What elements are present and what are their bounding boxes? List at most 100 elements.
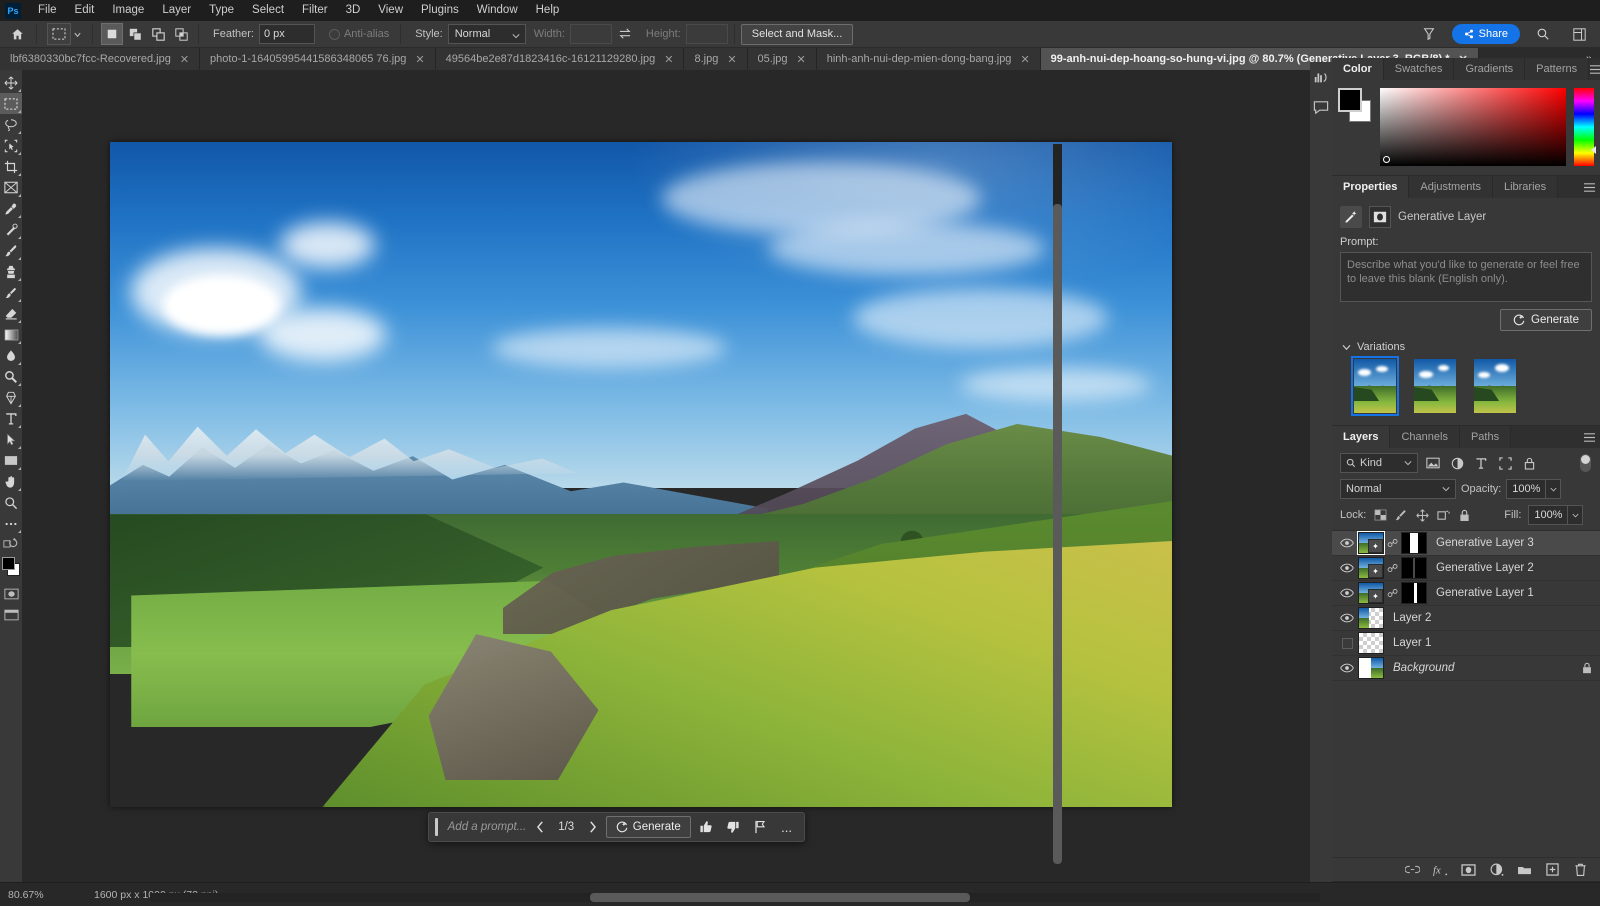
layer-visibility-toggle[interactable]	[1336, 581, 1358, 605]
intersect-selection-button[interactable]	[170, 23, 192, 45]
layer-style-fx-icon[interactable]: fx	[1433, 862, 1448, 878]
layer-name[interactable]: Layer 1	[1393, 637, 1431, 649]
image-canvas[interactable]	[110, 142, 1172, 807]
thumbs-up-icon[interactable]	[695, 816, 718, 838]
swap-dimensions-icon[interactable]	[612, 22, 638, 46]
select-and-mask-button[interactable]: Select and Mask...	[740, 23, 854, 45]
tool-preset-picker[interactable]	[43, 23, 86, 45]
tab-patterns[interactable]: Patterns	[1525, 58, 1590, 80]
close-icon[interactable]: ✕	[415, 53, 424, 66]
style-select[interactable]: Normal	[447, 24, 526, 44]
tab-color[interactable]: Color	[1332, 58, 1384, 80]
add-to-selection-button[interactable]	[124, 23, 146, 45]
close-icon[interactable]: ✕	[180, 53, 189, 66]
tab-paths[interactable]: Paths	[1459, 426, 1512, 448]
generative-fill-toolbar[interactable]: Add a prompt... 1/3 Generate ...	[428, 812, 805, 842]
generate-button[interactable]: Generate	[1500, 309, 1592, 331]
scrollbar-thumb[interactable]	[590, 893, 970, 902]
more-options-icon[interactable]: ...	[775, 816, 798, 838]
opacity-value[interactable]: 100%	[1506, 479, 1547, 499]
layer-visibility-toggle[interactable]	[1336, 531, 1358, 555]
lock-position-icon[interactable]	[1415, 507, 1429, 523]
eyedropper-tool[interactable]	[0, 198, 22, 219]
hue-slider[interactable]	[1574, 88, 1596, 166]
document-window[interactable]	[110, 142, 1172, 807]
layer-name[interactable]: Generative Layer 1	[1436, 587, 1534, 599]
panel-menu-icon[interactable]	[1578, 176, 1600, 198]
pen-tool[interactable]	[0, 387, 22, 408]
layer-thumbnail[interactable]	[1358, 657, 1384, 679]
clone-stamp-tool[interactable]	[0, 261, 22, 282]
spot-healing-brush-tool[interactable]	[0, 219, 22, 240]
panel-menu-icon[interactable]	[1578, 426, 1600, 448]
foreground-color-swatch[interactable]	[2, 557, 15, 570]
menu-view[interactable]: View	[369, 0, 412, 21]
opacity-control[interactable]: 100%	[1506, 479, 1562, 499]
close-icon[interactable]: ✕	[1020, 53, 1029, 66]
layer-row-layer-2[interactable]: Layer 2	[1332, 606, 1600, 631]
eraser-tool[interactable]	[0, 303, 22, 324]
tab-swatches[interactable]: Swatches	[1383, 58, 1455, 80]
layer-visibility-toggle[interactable]	[1336, 556, 1358, 580]
workspace-icon[interactable]	[1416, 22, 1442, 46]
tab-adjustments[interactable]: Adjustments	[1409, 176, 1493, 198]
edit-toolbar-button[interactable]	[0, 513, 22, 534]
layer-name[interactable]: Generative Layer 3	[1436, 537, 1534, 549]
drag-handle[interactable]	[435, 818, 438, 836]
document-tab-4[interactable]: 05.jpg ✕	[747, 48, 817, 70]
default-colors-reset[interactable]	[0, 534, 22, 552]
rectangular-marquee-tool[interactable]	[0, 93, 22, 114]
new-group-icon[interactable]	[1517, 862, 1532, 878]
layer-visibility-toggle[interactable]	[1336, 631, 1358, 655]
smart-object-filter-icon[interactable]	[1520, 454, 1538, 472]
dodge-tool[interactable]	[0, 366, 22, 387]
lock-transparent-pixels-icon[interactable]	[1373, 507, 1387, 523]
menu-window[interactable]: Window	[468, 0, 527, 21]
histogram-icon[interactable]	[1311, 67, 1331, 87]
layer-row-generative-layer-1[interactable]: ✦ ☍ Generative Layer 1	[1332, 581, 1600, 606]
object-selection-tool[interactable]	[0, 135, 22, 156]
adjustment-filter-icon[interactable]	[1448, 454, 1466, 472]
mask-link-icon[interactable]: ☍	[1387, 587, 1398, 600]
menu-help[interactable]: Help	[527, 0, 569, 21]
history-brush-tool[interactable]	[0, 282, 22, 303]
layer-row-layer-1[interactable]: Layer 1	[1332, 631, 1600, 656]
height-input[interactable]	[685, 24, 728, 44]
layer-mask-thumbnail[interactable]	[1401, 532, 1427, 554]
crop-tool[interactable]	[0, 156, 22, 177]
zoom-tool[interactable]	[0, 492, 22, 513]
gradient-tool[interactable]	[0, 324, 22, 345]
share-button[interactable]: Share	[1451, 24, 1520, 44]
mask-link-icon[interactable]: ☍	[1387, 537, 1398, 550]
document-tab-5[interactable]: hinh-anh-nui-dep-mien-dong-bang.jpg ✕	[816, 48, 1041, 70]
tab-libraries[interactable]: Libraries	[1492, 176, 1559, 198]
document-tab-0[interactable]: lbf6380330bc7fcc-Recovered.jpg ✕	[0, 48, 201, 70]
home-icon[interactable]	[4, 22, 30, 46]
layer-thumbnail[interactable]: ✦	[1358, 582, 1384, 604]
rectangle-tool[interactable]	[0, 450, 22, 471]
anti-alias-checkbox[interactable]	[328, 28, 340, 40]
filter-toggle-switch[interactable]	[1579, 453, 1592, 473]
color-picker-marker[interactable]	[1383, 156, 1390, 163]
blend-mode-select[interactable]: Normal	[1340, 479, 1456, 499]
link-layers-icon[interactable]	[1405, 862, 1420, 878]
menu-file[interactable]: File	[29, 0, 66, 21]
brush-tool[interactable]	[0, 240, 22, 261]
layer-thumbnail[interactable]	[1358, 607, 1384, 629]
layer-filter-kind-select[interactable]: Kind	[1340, 453, 1418, 473]
layer-thumbnail[interactable]: ✦	[1357, 531, 1385, 555]
document-tab-3[interactable]: 8.jpg ✕	[684, 48, 748, 70]
new-layer-icon[interactable]	[1545, 862, 1560, 878]
layer-row-background[interactable]: Background	[1332, 656, 1600, 681]
pixel-filter-icon[interactable]	[1424, 454, 1442, 472]
layer-name[interactable]: Generative Layer 2	[1436, 562, 1534, 574]
close-icon[interactable]: ✕	[664, 53, 673, 66]
frame-tool[interactable]	[0, 177, 22, 198]
tab-channels[interactable]: Channels	[1390, 426, 1460, 448]
color-swatches[interactable]	[1338, 88, 1372, 122]
tab-layers[interactable]: Layers	[1332, 426, 1391, 448]
lasso-tool[interactable]	[0, 114, 22, 135]
variations-header[interactable]: Variations	[1332, 337, 1600, 359]
scrollbar-thumb[interactable]	[1053, 204, 1062, 864]
layer-thumbnail[interactable]	[1358, 632, 1384, 654]
